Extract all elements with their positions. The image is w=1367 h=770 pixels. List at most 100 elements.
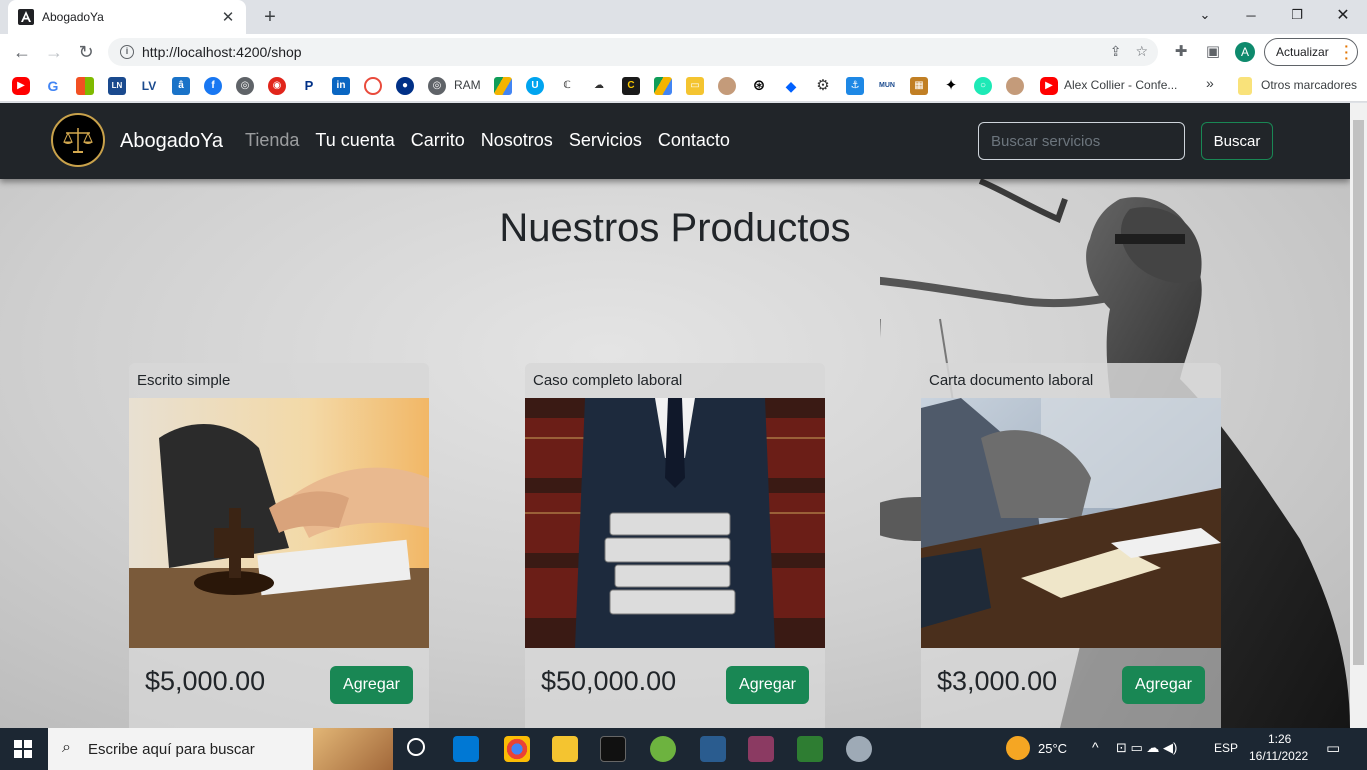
update-button[interactable]: Actualizar · · · (1264, 38, 1358, 66)
reload-icon[interactable]: ↻ (74, 40, 98, 64)
paint-icon[interactable] (846, 736, 872, 762)
nav-link-contacto[interactable]: Contacto (658, 130, 730, 151)
angular-icon (18, 9, 34, 25)
bank-icon[interactable]: â (172, 77, 190, 95)
bookmarks-bar: ▶ G LN LV â f ◎ ◉ P in ● ◎ RAM U ℂ ☁ C ▭… (0, 70, 1367, 102)
gear-icon[interactable]: ⚙ (814, 77, 832, 95)
add-to-cart-button[interactable]: Agregar (330, 666, 413, 704)
github-icon[interactable]: ⊛ (750, 77, 768, 95)
weather-icon[interactable] (1006, 736, 1030, 760)
add-to-cart-button[interactable]: Agregar (726, 666, 809, 704)
taskbar-search[interactable]: ⌕ Escribe aquí para buscar (48, 728, 393, 770)
circle-icon[interactable] (364, 77, 382, 95)
temperature[interactable]: 25°C (1038, 741, 1067, 756)
bookmark-star-icon[interactable]: ☆ (1135, 43, 1148, 60)
more-bookmarks-icon[interactable]: » (1206, 75, 1214, 91)
product-footer: $50,000.00 Agregar (525, 648, 825, 728)
extensions-icon[interactable]: ✚ (1171, 42, 1191, 62)
c-icon[interactable]: C (622, 77, 640, 95)
box-icon[interactable]: ▦ (910, 77, 928, 95)
other-bookmarks[interactable]: Otros marcadores (1261, 78, 1357, 92)
google-drive-icon[interactable] (494, 77, 512, 95)
game-app-icon[interactable] (748, 736, 774, 762)
sparkle-icon[interactable]: ✦ (942, 77, 960, 95)
dropbox-icon[interactable]: ◆ (782, 77, 800, 95)
document-icon[interactable]: ℂ (558, 77, 576, 95)
product-price: $5,000.00 (145, 666, 266, 696)
notifications-icon[interactable]: ▭ (1326, 739, 1340, 757)
facebook-icon[interactable]: f (204, 77, 222, 95)
new-tab-icon[interactable]: + (258, 6, 282, 28)
nav-link-servicios[interactable]: Servicios (569, 130, 642, 151)
address-bar[interactable]: i http://localhost:4200/shop ⇪ ☆ (108, 38, 1158, 66)
google-icon[interactable]: G (44, 77, 62, 95)
close-tab-icon[interactable]: ✕ (220, 8, 236, 26)
page-scrollbar[interactable] (1350, 103, 1367, 728)
search-button[interactable]: Buscar (1201, 122, 1273, 160)
tab-search-icon[interactable]: ⌄ (1182, 0, 1228, 30)
share-icon[interactable]: ⇪ (1110, 43, 1122, 60)
nav-link-tu-cuenta[interactable]: Tu cuenta (315, 130, 394, 151)
restore-icon[interactable]: ❐ (1274, 0, 1320, 30)
windows-start-icon[interactable] (14, 740, 32, 758)
person-avatar-icon[interactable] (718, 77, 736, 95)
cloud-icon[interactable]: ☁ (590, 77, 608, 95)
note-icon[interactable]: ▭ (686, 77, 704, 95)
mun-icon[interactable]: MUN (878, 77, 896, 95)
mysql-workbench-icon[interactable] (700, 736, 726, 762)
product-footer: $3,000.00 Agregar (921, 648, 1221, 728)
youtube-icon[interactable]: ▶ (12, 77, 30, 95)
linkedin-icon[interactable]: in (332, 77, 350, 95)
globe-icon[interactable]: ◎ (236, 77, 254, 95)
product-card: Caso completo laboral $50,000.00 Agregar (525, 363, 825, 728)
red-badge-icon[interactable]: ◉ (268, 77, 286, 95)
windows-taskbar: ⌕ Escribe aquí para buscar 25°C ^ ⊡ ▭ ☁ … (0, 728, 1367, 770)
clock-time[interactable]: 1:26 (1268, 732, 1291, 746)
nav-link-carrito[interactable]: Carrito (411, 130, 465, 151)
language-indicator[interactable]: ESP (1214, 741, 1238, 755)
scrollbar-thumb[interactable] (1353, 120, 1364, 665)
site-info-icon[interactable]: i (120, 45, 134, 59)
product-image-handshake (129, 398, 429, 648)
la-voz-icon[interactable]: LV (140, 77, 158, 95)
back-icon[interactable]: ← (10, 40, 34, 64)
nav-links: Tienda Tu cuenta Carrito Nosotros Servic… (245, 130, 730, 151)
cortana-icon[interactable] (407, 738, 425, 756)
microsoft-icon[interactable] (76, 77, 94, 95)
show-hidden-icons-icon[interactable]: ^ (1092, 739, 1099, 755)
side-panel-icon[interactable]: ▣ (1203, 42, 1223, 62)
search-input[interactable] (978, 122, 1185, 160)
site-navbar: AbogadoYa Tienda Tu cuenta Carrito Nosot… (0, 103, 1350, 179)
disc-icon[interactable]: ● (396, 77, 414, 95)
chrome-icon[interactable] (504, 736, 530, 762)
spring-icon[interactable] (650, 736, 676, 762)
add-to-cart-button[interactable]: Agregar (1122, 666, 1205, 704)
nav-link-nosotros[interactable]: Nosotros (481, 130, 553, 151)
network-icon[interactable]: ⚓ (846, 77, 864, 95)
nav-link-tienda[interactable]: Tienda (245, 130, 299, 151)
file-explorer-icon[interactable] (552, 736, 578, 762)
vscode-icon[interactable] (453, 736, 479, 762)
notepad-icon[interactable] (797, 736, 823, 762)
terminal-icon[interactable] (600, 736, 626, 762)
globe-icon[interactable]: ◎ (428, 77, 446, 95)
forward-icon[interactable]: → (42, 40, 66, 64)
paypal-icon[interactable]: P (300, 77, 318, 95)
ram-bookmark[interactable]: RAM (454, 78, 481, 92)
minimize-icon[interactable]: ─ (1228, 0, 1274, 30)
brand-name[interactable]: AbogadoYa (120, 130, 223, 153)
person-avatar-icon[interactable] (1006, 77, 1024, 95)
profile-avatar[interactable]: A (1235, 42, 1255, 62)
browser-tab-bar: AbogadoYa ✕ + ⌄ ─ ❐ ✕ (0, 0, 1367, 34)
clock-date[interactable]: 16/11/2022 (1249, 749, 1308, 763)
la-nacion-icon[interactable]: LN (108, 77, 126, 95)
circle-icon[interactable]: ○ (974, 77, 992, 95)
browser-tab[interactable]: AbogadoYa ✕ (8, 0, 246, 34)
youtube-icon[interactable]: ▶ (1040, 77, 1058, 95)
u-icon[interactable]: U (526, 77, 544, 95)
google-drive-icon[interactable] (654, 77, 672, 95)
brand-logo[interactable] (51, 113, 105, 167)
system-tray-icons[interactable]: ⊡ ▭ ☁ ◀) (1116, 740, 1177, 756)
alex-collier-bookmark[interactable]: Alex Collier - Confe... (1064, 78, 1177, 92)
window-close-icon[interactable]: ✕ (1320, 0, 1366, 30)
